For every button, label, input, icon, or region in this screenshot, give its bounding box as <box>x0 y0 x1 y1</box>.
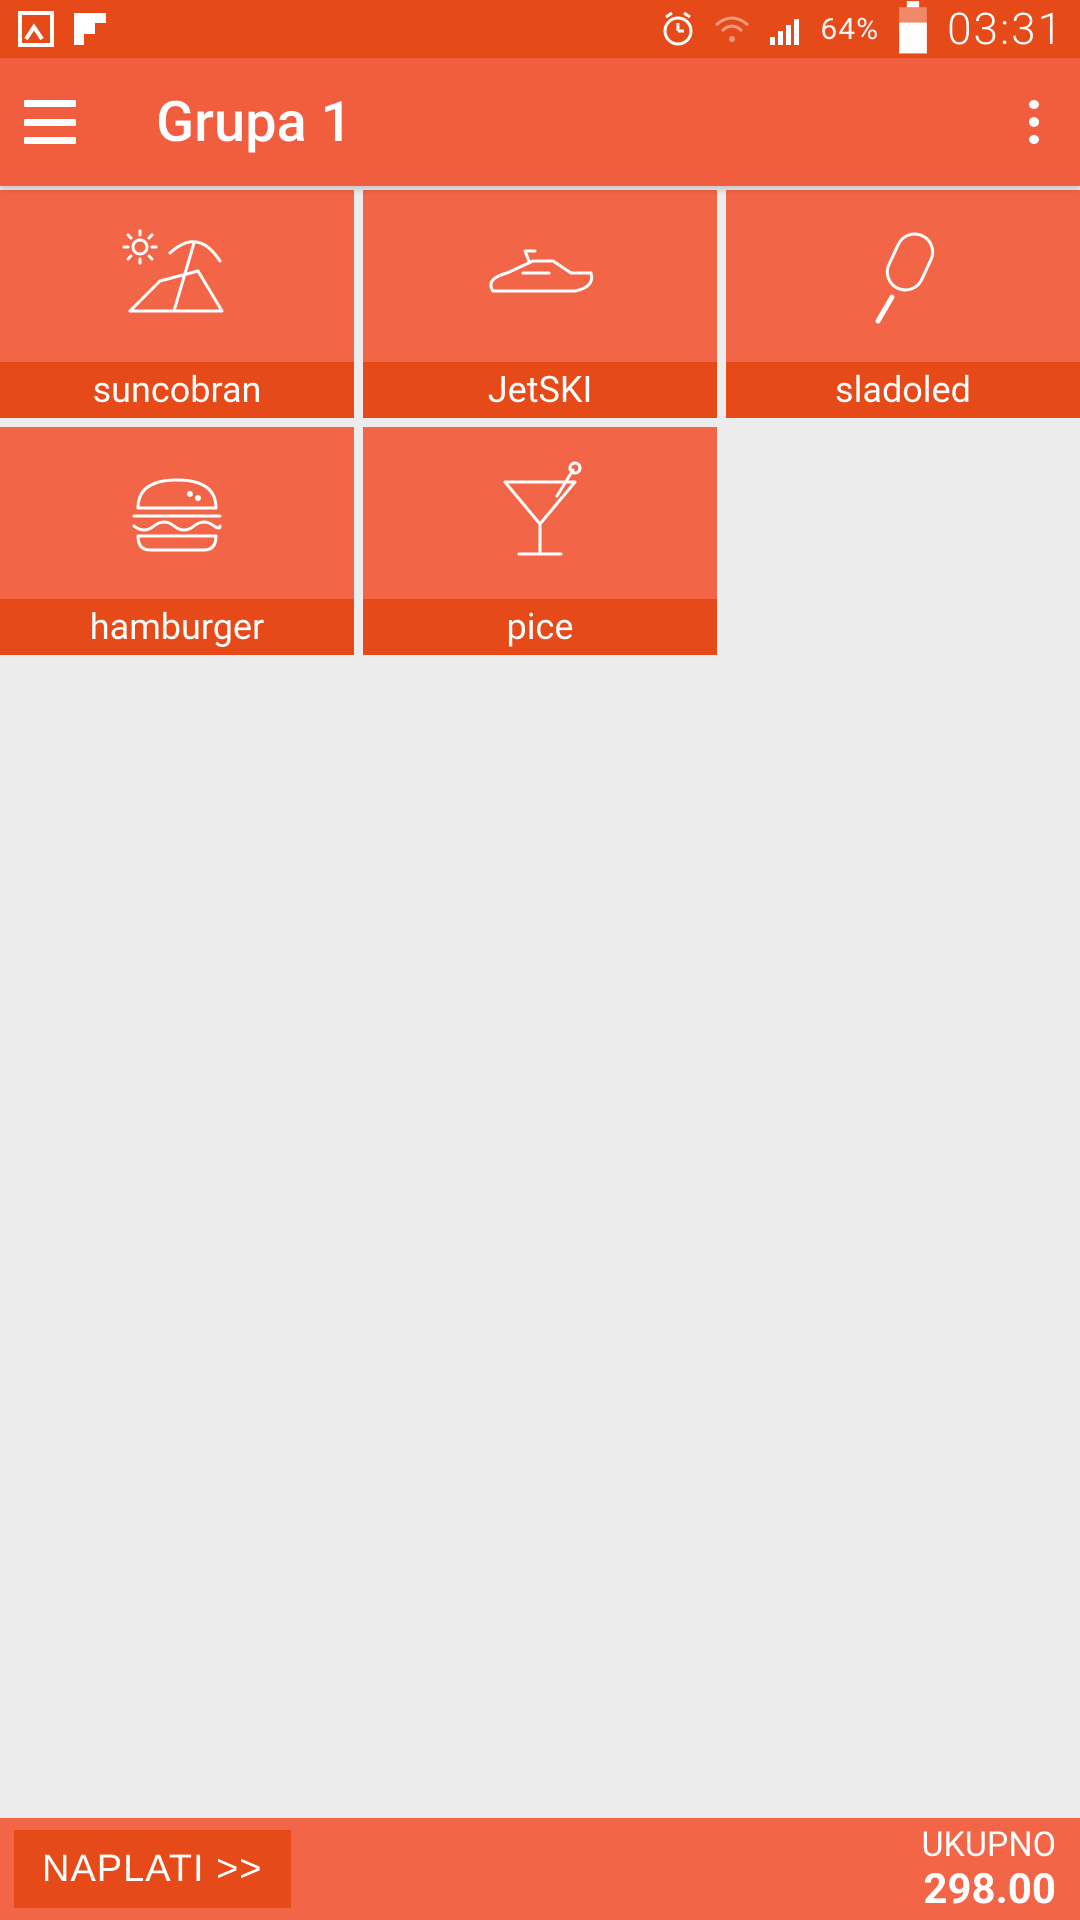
tile-label: hamburger <box>0 599 354 655</box>
total-block: UKUPNO 298.00 <box>921 1818 1056 1920</box>
status-bar: 64% 03:31 <box>0 0 1080 58</box>
total-label: UKUPNO <box>921 1825 1056 1865</box>
tile-hamburger[interactable]: hamburger <box>0 427 354 655</box>
app-bar: Grupa 1 <box>0 58 1080 186</box>
battery-percentage: 64% <box>820 12 879 47</box>
tile-pice[interactable]: pice <box>363 427 717 655</box>
tile-label: pice <box>363 599 717 655</box>
tile-label: JetSKI <box>363 362 717 418</box>
charge-button[interactable]: NAPLATI >> <box>14 1830 291 1908</box>
wifi-icon <box>712 9 752 49</box>
product-grid: suncobran JetSKI sladoled <box>0 186 1080 1818</box>
tile-suncobran[interactable]: suncobran <box>0 190 354 418</box>
gallery-icon <box>16 9 56 49</box>
sunbed-icon <box>0 190 354 362</box>
menu-button[interactable] <box>24 100 76 144</box>
popsicle-icon <box>726 190 1080 362</box>
clock-text: 03:31 <box>947 3 1064 55</box>
flipboard-icon <box>70 9 110 49</box>
battery-icon <box>893 9 933 49</box>
cocktail-icon <box>363 427 717 599</box>
status-left-icons <box>16 9 110 49</box>
tile-label: suncobran <box>0 362 354 418</box>
overflow-menu-button[interactable] <box>1012 100 1056 144</box>
burger-icon <box>0 427 354 599</box>
tile-sladoled[interactable]: sladoled <box>726 190 1080 418</box>
footer-bar: NAPLATI >> UKUPNO 298.00 <box>0 1818 1080 1920</box>
tile-jetski[interactable]: JetSKI <box>363 190 717 418</box>
total-value: 298.00 <box>923 1865 1056 1914</box>
tile-label: sladoled <box>726 362 1080 418</box>
jetski-icon <box>363 190 717 362</box>
alarm-icon <box>658 9 698 49</box>
page-title: Grupa 1 <box>156 89 1012 155</box>
status-right-icons: 64% 03:31 <box>658 3 1064 55</box>
cell-signal-icon <box>766 9 806 49</box>
